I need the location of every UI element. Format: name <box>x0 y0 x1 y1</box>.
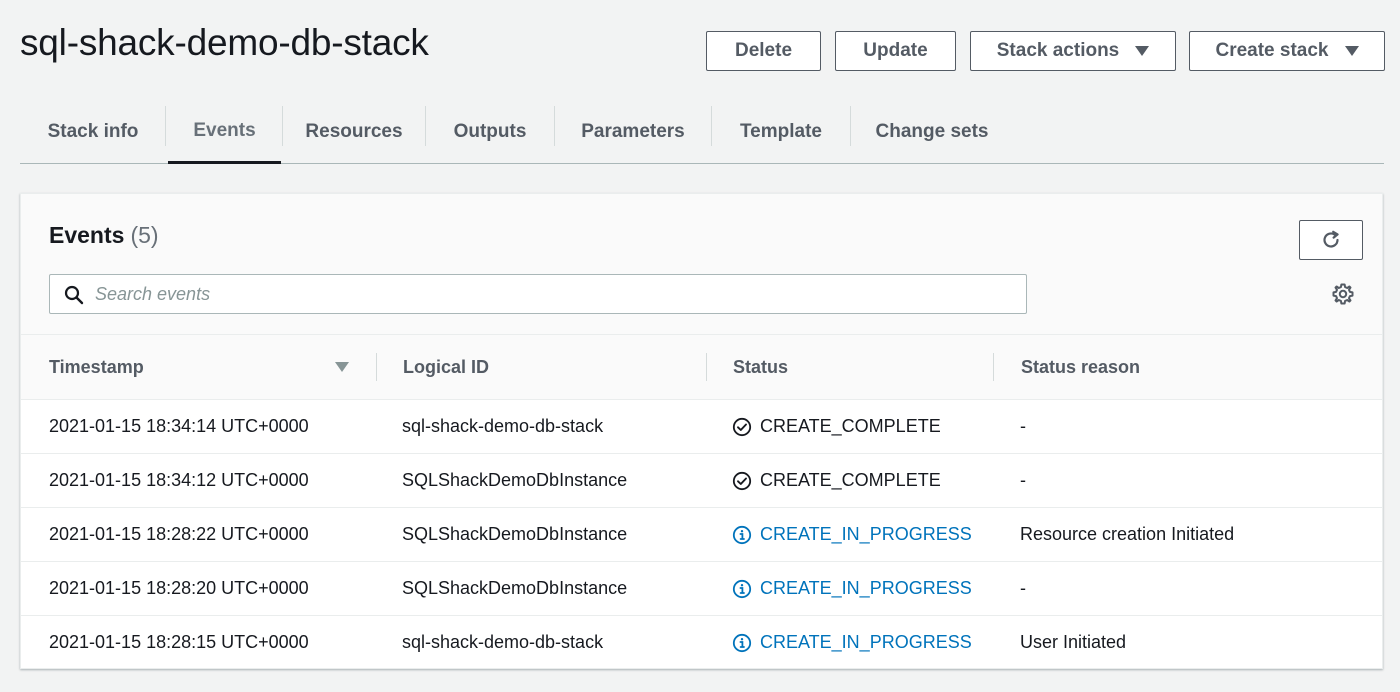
tab-divider <box>165 106 166 146</box>
logical-id-cell: SQLShackDemoDbInstance <box>402 470 628 490</box>
column-divider <box>376 353 377 381</box>
delete-button[interactable]: Delete <box>706 31 821 71</box>
table-row: 2021-01-15 18:28:15 UTC+0000 sql-shack-d… <box>21 616 1382 670</box>
status-cell: CREATE_IN_PROGRESS <box>732 508 972 561</box>
events-panel: Events(5) Timestamp Logical ID <box>20 193 1383 669</box>
table-row: 2021-01-15 18:28:22 UTC+0000 SQLShackDem… <box>21 508 1382 562</box>
logical-id-cell: sql-shack-demo-db-stack <box>402 632 604 652</box>
sort-descending-icon[interactable] <box>335 362 349 372</box>
tab-parameters[interactable]: Parameters <box>555 100 711 164</box>
table-row: 2021-01-15 18:28:20 UTC+0000 SQLShackDem… <box>21 562 1382 616</box>
column-header-logical-id[interactable]: Logical ID <box>403 335 489 399</box>
column-header-status-reason[interactable]: Status reason <box>1021 335 1140 399</box>
refresh-icon <box>1323 230 1339 248</box>
events-title: Events <box>49 222 125 248</box>
timestamp-cell: 2021-01-15 18:34:14 UTC+0000 <box>49 416 309 436</box>
status-cell: CREATE_IN_PROGRESS <box>732 562 972 615</box>
info-circle-icon <box>732 525 752 545</box>
timestamp-cell: 2021-01-15 18:28:15 UTC+0000 <box>49 632 309 652</box>
status-reason-cell: - <box>1020 470 1026 490</box>
logical-id-cell: SQLShackDemoDbInstance <box>402 578 628 598</box>
table-row: 2021-01-15 18:34:12 UTC+0000 SQLShackDem… <box>21 454 1382 508</box>
tab-events[interactable]: Events <box>168 100 281 164</box>
status-text: CREATE_IN_PROGRESS <box>760 578 972 598</box>
status-cell: CREATE_COMPLETE <box>732 400 941 453</box>
info-circle-icon <box>732 633 752 653</box>
tab-change-sets[interactable]: Change sets <box>851 100 1013 164</box>
status-cell: CREATE_COMPLETE <box>732 454 941 507</box>
create-stack-label: Create stack <box>1215 40 1329 61</box>
table-header: Timestamp Logical ID Status Status reaso… <box>21 334 1382 400</box>
page-title: sql-shack-demo-db-stack <box>20 22 429 63</box>
status-reason-cell: User Initiated <box>1020 632 1127 652</box>
tab-bar: Stack info Events Resources Outputs Para… <box>20 100 1384 164</box>
tab-template[interactable]: Template <box>712 100 850 164</box>
check-circle-icon <box>732 471 752 491</box>
status-reason-cell: - <box>1020 578 1026 598</box>
status-reason-cell: Resource creation Initiated <box>1020 524 1235 544</box>
events-panel-header: Events (5) <box>21 194 1382 334</box>
update-button[interactable]: Update <box>835 31 956 71</box>
status-text: CREATE_IN_PROGRESS <box>760 632 972 652</box>
tab-resources[interactable]: Resources <box>283 100 425 164</box>
check-circle-icon <box>732 417 752 437</box>
events-heading: Events (5) <box>49 222 159 249</box>
search-input[interactable] <box>95 275 1015 313</box>
logical-id-cell: SQLShackDemoDbInstance <box>402 524 628 544</box>
info-circle-icon <box>732 579 752 599</box>
stack-actions-button[interactable]: Stack actions <box>970 31 1176 71</box>
column-header-status[interactable]: Status <box>733 335 788 399</box>
tab-stack-info[interactable]: Stack info <box>20 100 166 164</box>
logical-id-cell: sql-shack-demo-db-stack <box>402 416 604 436</box>
timestamp-cell: 2021-01-15 18:34:12 UTC+0000 <box>49 470 309 490</box>
status-text: CREATE_IN_PROGRESS <box>760 524 972 544</box>
tab-outputs[interactable]: Outputs <box>426 100 554 164</box>
search-events-field[interactable] <box>49 274 1027 314</box>
caret-down-icon <box>1344 46 1359 56</box>
status-text: CREATE_COMPLETE <box>760 416 941 436</box>
stack-actions-label: Stack actions <box>996 40 1120 61</box>
column-header-timestamp[interactable]: Timestamp <box>49 335 144 399</box>
events-count: (5) <box>130 222 159 248</box>
gear-icon[interactable] <box>1331 282 1355 306</box>
caret-down-icon <box>1135 46 1150 56</box>
refresh-button[interactable] <box>1299 220 1363 260</box>
search-icon <box>64 285 84 305</box>
column-divider <box>706 353 707 381</box>
column-divider <box>993 353 994 381</box>
create-stack-button[interactable]: Create stack <box>1189 31 1385 71</box>
status-reason-cell: - <box>1020 416 1026 436</box>
status-cell: CREATE_IN_PROGRESS <box>732 616 972 669</box>
status-text: CREATE_COMPLETE <box>760 470 941 490</box>
timestamp-cell: 2021-01-15 18:28:22 UTC+0000 <box>49 524 309 544</box>
timestamp-cell: 2021-01-15 18:28:20 UTC+0000 <box>49 578 309 598</box>
table-row: 2021-01-15 18:34:14 UTC+0000 sql-shack-d… <box>21 400 1382 454</box>
